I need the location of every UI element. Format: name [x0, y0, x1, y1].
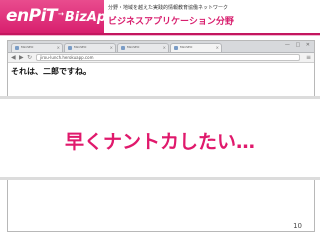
window-controls[interactable]: — □ ✕	[285, 42, 312, 48]
overlay-callout: 早くナントカしたい…	[0, 96, 320, 180]
logo-main-text: enPiT	[6, 6, 58, 26]
page-response-text: それは、二郎ですね。	[11, 67, 91, 76]
close-icon[interactable]: ×	[216, 45, 219, 50]
favicon-icon	[174, 46, 178, 50]
address-bar[interactable]: jirou-lunch.herokuapp.com	[36, 54, 300, 61]
browser-tab-active[interactable]: MiniSEO ×	[170, 43, 222, 52]
close-icon[interactable]: ×	[163, 45, 166, 50]
header-tagline: 分野・地域を越えた実践的情報教育協働ネットワーク	[108, 5, 229, 11]
header-divider-accent	[0, 35, 320, 36]
tab-title: MiniSEO	[127, 45, 140, 49]
reload-icon[interactable]: ↻	[27, 53, 32, 62]
browser-tab[interactable]: MiniSEO ×	[11, 43, 63, 52]
close-icon[interactable]: ×	[57, 45, 60, 50]
slide-page-number: 10	[293, 222, 302, 230]
browser-toolbar: ◀ ▶ ↻ jirou-lunch.herokuapp.com ≡	[8, 53, 314, 63]
close-icon[interactable]: ×	[110, 45, 113, 50]
enpit-bizapp-logo: enPiT→BizApp	[0, 0, 116, 33]
favicon-icon	[68, 46, 72, 50]
favicon-icon	[15, 46, 19, 50]
arrow-right-icon[interactable]: ▶	[19, 53, 24, 62]
tab-title: MiniSEO	[180, 45, 193, 49]
browser-tab[interactable]: MiniSEO ×	[64, 43, 116, 52]
browser-tab[interactable]: MiniSEO ×	[117, 43, 169, 52]
tab-title: MiniSEO	[21, 45, 34, 49]
menu-icon[interactable]: ≡	[306, 53, 311, 62]
logo-arrow-icon: →	[58, 10, 64, 18]
slide-header: enPiT→BizApp 分野・地域を越えた実践的情報教育協働ネットワーク ビジ…	[0, 0, 320, 36]
address-url: jirou-lunch.herokuapp.com	[40, 55, 94, 60]
logo-text: enPiT→BizApp	[6, 6, 116, 26]
favicon-icon	[121, 46, 125, 50]
tab-title: MiniSEO	[74, 45, 87, 49]
browser-tab-strip: MiniSEO × MiniSEO × MiniSEO × MiniSEO × …	[8, 41, 314, 53]
project-title: ビジネスアプリケーション分野	[108, 17, 234, 27]
overlay-message: 早くナントカしたい…	[64, 131, 255, 153]
arrow-left-icon[interactable]: ◀	[11, 53, 16, 62]
